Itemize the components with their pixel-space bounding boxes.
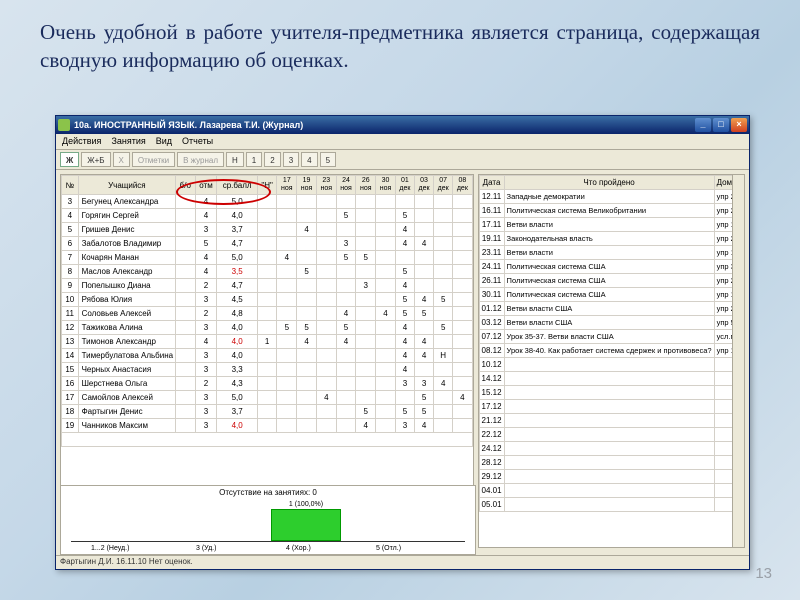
- table-row[interactable]: 5Гришев Денис33,744: [62, 223, 473, 237]
- tb-marks[interactable]: Отметки: [132, 152, 175, 167]
- lessons-table[interactable]: Дата Что пройдено Домашнее задание 12.11…: [479, 175, 745, 512]
- col-n[interactable]: "Н": [257, 176, 277, 195]
- table-row[interactable]: 17Самойлов Алексей35,0454: [62, 391, 473, 405]
- col-date[interactable]: 24ноя: [336, 176, 356, 195]
- chart-bar: [271, 509, 341, 541]
- table-row[interactable]: 24.12: [479, 442, 745, 456]
- slide-caption: Очень удобной в работе учителя-предметни…: [0, 0, 800, 85]
- table-row[interactable]: 19.11Законодательная властьупр 2 стр 325: [479, 232, 745, 246]
- table-row[interactable]: 19Чанников Максим34,0434: [62, 419, 473, 433]
- menubar: Действия Занятия Вид Отчеты: [56, 134, 749, 150]
- chart-tick: 5 (Отл.): [376, 545, 401, 552]
- tb-1[interactable]: 1: [246, 152, 262, 167]
- col-student[interactable]: Учащийся: [78, 176, 176, 195]
- col-date[interactable]: 19ноя: [297, 176, 317, 195]
- chart-bar-label: 1 (100,0%): [271, 501, 341, 508]
- tb-zh[interactable]: Ж: [60, 152, 79, 167]
- table-row[interactable]: 15Черных Анастасия33,34: [62, 363, 473, 377]
- chart-tick: 3 (Уд.): [196, 545, 216, 552]
- table-row[interactable]: 7Кочарян Манан45,0455: [62, 251, 473, 265]
- table-row[interactable]: 17.12: [479, 400, 745, 414]
- col-date[interactable]: 26ноя: [356, 176, 376, 195]
- table-row[interactable]: 28.12: [479, 456, 745, 470]
- absence-chart: Отсутствие на занятиях: 0 1 (100,0%) 1..…: [60, 485, 476, 555]
- titlebar[interactable]: 10а. ИНОСТРАННЫЙ ЯЗЫК. Лазарева Т.И. (Жу…: [56, 116, 749, 134]
- table-row[interactable]: 14Тимербулатова Альбина34,044Н: [62, 349, 473, 363]
- table-row[interactable]: 6Забалотов Владимир54,7344: [62, 237, 473, 251]
- close-button[interactable]: ×: [731, 118, 747, 132]
- table-row[interactable]: 12.11Западные демократииупр 2 стр 40-41: [479, 190, 745, 204]
- table-row[interactable]: 4Горягин Сергей44,055: [62, 209, 473, 223]
- absence-title: Отсутствие на занятиях: 0: [61, 486, 475, 499]
- table-row[interactable]: 14.12: [479, 372, 745, 386]
- table-row[interactable]: 29.12: [479, 470, 745, 484]
- table-row[interactable]: 03.12Ветви власти СШАупр 5 стр 46: [479, 316, 745, 330]
- table-row[interactable]: 22.12: [479, 428, 745, 442]
- col-num[interactable]: №: [62, 176, 79, 195]
- table-row[interactable]: 13Тимонов Александр44,014444: [62, 335, 473, 349]
- menu-actions[interactable]: Действия: [62, 136, 101, 147]
- tb-5[interactable]: 5: [320, 152, 336, 167]
- table-row[interactable]: 07.12Урок 35-37. Ветви власти СШАусл.пре…: [479, 330, 745, 344]
- col-otm[interactable]: отм: [195, 176, 217, 195]
- window-title: 10а. ИНОСТРАННЫЙ ЯЗЫК. Лазарева Т.И. (Жу…: [74, 120, 695, 130]
- table-row[interactable]: 10.12: [479, 358, 745, 372]
- table-row[interactable]: 23.11Ветви властиупр 1 стр 325(1): [479, 246, 745, 260]
- table-row[interactable]: 18Фартыгин Денис33,7555: [62, 405, 473, 419]
- col-bo[interactable]: б/о: [176, 176, 195, 195]
- chart-tick: 4 (Хор.): [286, 545, 311, 552]
- maximize-button[interactable]: □: [713, 118, 729, 132]
- table-row[interactable]: 26.11Политическая система СШАупр 2 стр 4…: [479, 274, 745, 288]
- gradebook-window: 10а. ИНОСТРАННЫЙ ЯЗЫК. Лазарева Т.И. (Жу…: [55, 115, 750, 570]
- grades-table[interactable]: № Учащийся б/о отм ср.балл "Н" 17ноя 19н…: [61, 175, 473, 447]
- tb-4[interactable]: 4: [301, 152, 317, 167]
- table-row[interactable]: 8Маслов Александр43,555: [62, 265, 473, 279]
- col-date[interactable]: 23ноя: [316, 176, 336, 195]
- table-row[interactable]: 16Шерстнева Ольга24,3334: [62, 377, 473, 391]
- table-row[interactable]: 08.12Урок 38-40. Как работает система сд…: [479, 344, 745, 358]
- menu-view[interactable]: Вид: [156, 136, 172, 147]
- app-icon: [58, 119, 70, 131]
- table-row[interactable]: 30.11Политическая система СШАупр 1 стр 4…: [479, 288, 745, 302]
- col-date[interactable]: 30ноя: [376, 176, 396, 195]
- table-row[interactable]: 10Рябова Юлия34,5545: [62, 293, 473, 307]
- page-number: 13: [755, 565, 772, 582]
- col-date[interactable]: 03дек: [414, 176, 433, 195]
- table-row[interactable]: 3Бегунец Александра45,0: [62, 195, 473, 209]
- menu-lessons[interactable]: Занятия: [111, 136, 145, 147]
- toolbar: Ж Ж+Б X Отметки В журнал Н 1 2 3 4 5: [56, 150, 749, 170]
- table-row[interactable]: 17.11Ветви властиупр 1 стр 325: [479, 218, 745, 232]
- table-row[interactable]: 24.11Политическая система СШАупр 3 стр 4…: [479, 260, 745, 274]
- table-row[interactable]: 21.12: [479, 414, 745, 428]
- statusbar: Фартыгин Д.И. 16.11.10 Нет оценок.: [56, 555, 749, 569]
- menu-reports[interactable]: Отчеты: [182, 136, 213, 147]
- table-row[interactable]: 15.12: [479, 386, 745, 400]
- table-row[interactable]: 01.12Ветви власти СШАупр 2 стр 45: [479, 302, 745, 316]
- minimize-button[interactable]: _: [695, 118, 711, 132]
- col-date[interactable]: 07дек: [434, 176, 453, 195]
- col-lesson-date[interactable]: Дата: [479, 176, 504, 190]
- tb-2[interactable]: 2: [264, 152, 280, 167]
- tb-zhb[interactable]: Ж+Б: [81, 152, 110, 167]
- table-row[interactable]: 9Попелышко Диана24,734: [62, 279, 473, 293]
- table-row[interactable]: 16.11Политическая система Великобритании…: [479, 204, 745, 218]
- tb-x[interactable]: X: [113, 152, 130, 167]
- tb-journal[interactable]: В журнал: [177, 152, 224, 167]
- col-date[interactable]: 01дек: [395, 176, 414, 195]
- tb-3[interactable]: 3: [283, 152, 299, 167]
- table-row[interactable]: 12Тажикова Алина34,055545: [62, 321, 473, 335]
- chart-axis: [71, 541, 465, 542]
- col-date[interactable]: 08дек: [453, 176, 472, 195]
- col-avg[interactable]: ср.балл: [217, 176, 257, 195]
- col-date[interactable]: 17ноя: [277, 176, 297, 195]
- tb-n[interactable]: Н: [226, 152, 244, 167]
- col-lesson-topic[interactable]: Что пройдено: [504, 176, 714, 190]
- chart-tick: 1...2 (Неуд.): [91, 545, 129, 552]
- table-row[interactable]: 11Соловьев Алексей24,84455: [62, 307, 473, 321]
